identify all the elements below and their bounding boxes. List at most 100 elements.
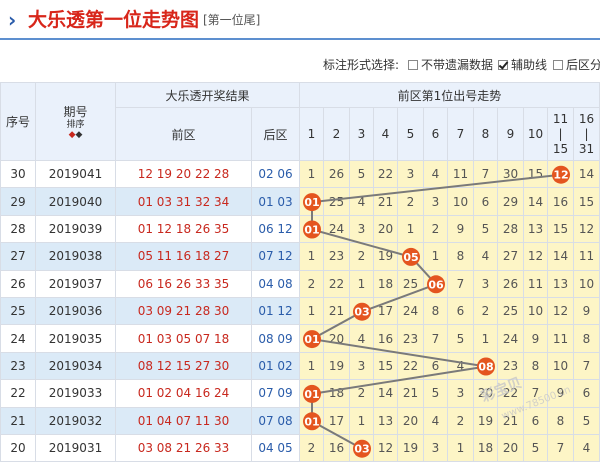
trend-cell: [300, 325, 324, 353]
checkbox-back-zone[interactable]: [553, 60, 563, 70]
row-seq: 24: [0, 325, 36, 353]
trend-cell: 13: [548, 270, 574, 298]
trend-cell: 1: [350, 270, 374, 298]
trend-cell: 19: [324, 352, 350, 381]
trend-cell: 2: [448, 407, 474, 435]
trend-cell: 1: [474, 325, 498, 353]
checkbox-helper-line[interactable]: [498, 60, 508, 70]
trend-cell: 25: [324, 188, 350, 216]
row-period: 2019031: [36, 435, 116, 463]
trend-cell: 26: [498, 270, 524, 298]
trend-cell: 7: [448, 270, 474, 298]
trend-cell: 20: [398, 407, 424, 435]
sort-down-icon[interactable]: ◆: [75, 130, 82, 140]
trend-cell: 3: [398, 161, 424, 189]
trend-cell: 3: [350, 352, 374, 381]
trend-cell: 1: [448, 435, 474, 463]
trend-cell: 8: [448, 243, 474, 271]
trend-cell: 4: [574, 435, 600, 463]
trend-cell: 24: [498, 325, 524, 353]
checkbox-no-missing-data[interactable]: [408, 60, 418, 70]
trend-cell: 18: [324, 380, 350, 408]
row-seq: 25: [0, 298, 36, 326]
trend-cell: 22: [398, 352, 424, 381]
trend-cell: 4: [424, 407, 448, 435]
trend-cell: [300, 188, 324, 216]
trend-cell: 3: [424, 435, 448, 463]
trend-cell: 16: [324, 435, 350, 463]
row-back-numbers: 07 08: [252, 407, 300, 435]
row-back-numbers: 01 12: [252, 298, 300, 326]
row-period: 2019040: [36, 188, 116, 216]
trend-cell: [350, 435, 374, 463]
trend-cell: 1: [300, 298, 324, 326]
trend-cell: 4: [448, 352, 474, 381]
trend-cell: 1: [424, 243, 448, 271]
trend-cell: [300, 407, 324, 435]
header-col-8: 8: [474, 108, 498, 161]
trend-cell: 11: [548, 325, 574, 353]
trend-cell: 29: [498, 188, 524, 216]
trend-cell: 4: [350, 325, 374, 353]
sort-control[interactable]: 排序 ◆◆: [66, 120, 84, 140]
header-col-1: 1: [300, 108, 324, 161]
trend-cell: 7: [548, 435, 574, 463]
trend-cell: 4: [350, 188, 374, 216]
trend-cell: 14: [548, 243, 574, 271]
trend-table: 序号 期号 排序 ◆◆ 大乐透开奖结果 前区 后区 前区第1位出号走势 1234…: [0, 82, 600, 463]
trend-cell: 1: [300, 161, 324, 189]
trend-cell: 2: [398, 188, 424, 216]
row-period: 2019039: [36, 215, 116, 244]
header-col-range2: 16 | 31: [574, 108, 600, 161]
trend-cell: 10: [548, 352, 574, 381]
options-label: 标注形式选择:: [323, 58, 400, 72]
trend-cell: 21: [374, 188, 398, 216]
trend-cell: [300, 380, 324, 408]
trend-cell: 6: [424, 352, 448, 381]
trend-cell: 22: [324, 270, 350, 298]
options-row: 标注形式选择: 不带遗漏数据 辅助线 后区分: [0, 52, 600, 76]
trend-cell: 24: [324, 215, 350, 244]
trend-cell: 2: [300, 270, 324, 298]
trend-cell: 2: [474, 298, 498, 326]
row-front-numbers: 03 09 21 28 30: [116, 298, 252, 326]
trend-cell: 9: [574, 298, 600, 326]
header-col-range1: 11 | 15: [548, 108, 574, 161]
option-no-missing-data[interactable]: 不带遗漏数据: [408, 56, 493, 73]
trend-cell: 21: [324, 298, 350, 326]
trend-cell: 21: [398, 380, 424, 408]
trend-cell: 25: [498, 298, 524, 326]
option-helper-line[interactable]: 辅助线: [498, 56, 547, 73]
trend-cell: 10: [574, 270, 600, 298]
row-front-numbers: 05 11 16 18 27: [116, 243, 252, 271]
trend-cell: 13: [524, 215, 548, 244]
row-back-numbers: 08 09: [252, 325, 300, 353]
trend-cell: 14: [524, 188, 548, 216]
chevron-right-icon: ›: [8, 8, 17, 32]
trend-cell: [350, 298, 374, 326]
trend-cell: 8: [424, 298, 448, 326]
trend-cell: 3: [474, 270, 498, 298]
trend-cell: 12: [524, 243, 548, 271]
trend-cell: 18: [374, 270, 398, 298]
option-back-zone[interactable]: 后区分: [553, 56, 600, 73]
header-col-5: 5: [398, 108, 424, 161]
row-period: 2019032: [36, 407, 116, 435]
trend-cell: 11: [574, 243, 600, 271]
row-front-numbers: 01 02 04 16 24: [116, 380, 252, 408]
trend-cell: 6: [474, 188, 498, 216]
row-seq: 21: [0, 407, 36, 435]
trend-cell: 1: [300, 243, 324, 271]
trend-cell: 12: [548, 298, 574, 326]
row-back-numbers: 06 12: [252, 215, 300, 244]
row-period: 2019041: [36, 161, 116, 189]
header-col-6: 6: [424, 108, 448, 161]
row-period: 2019038: [36, 243, 116, 271]
trend-cell: 4: [474, 243, 498, 271]
header-back: 后区: [252, 108, 300, 161]
trend-cell: 7: [474, 161, 498, 189]
row-front-numbers: 12 19 20 22 28: [116, 161, 252, 189]
trend-cell: 10: [448, 188, 474, 216]
row-front-numbers: 06 16 26 33 35: [116, 270, 252, 298]
trend-cell: [548, 161, 574, 189]
